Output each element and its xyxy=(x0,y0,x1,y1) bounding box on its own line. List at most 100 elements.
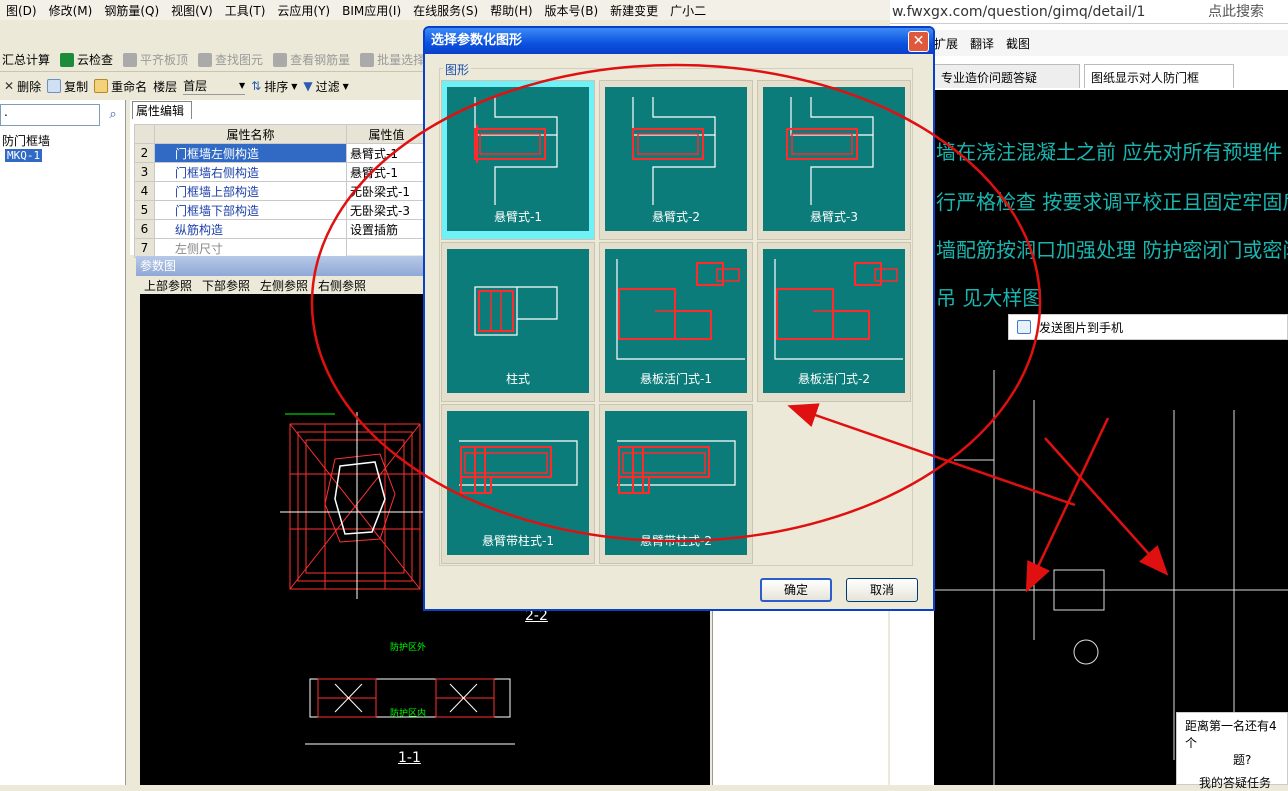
shape-label: 悬板活门式-2 xyxy=(798,372,870,386)
reference-nav-0[interactable]: 上部参照 xyxy=(144,277,192,294)
reference-nav-3[interactable]: 右侧参照 xyxy=(318,277,366,294)
shape-preview: 柱式 xyxy=(447,249,589,393)
shape-option[interactable]: 悬臂带柱式-2 xyxy=(599,404,753,564)
extensions-button[interactable]: 扩展 xyxy=(934,35,958,52)
close-button[interactable]: ✕ xyxy=(908,31,929,52)
rename-button[interactable]: 重命名 xyxy=(94,78,147,95)
table-row[interactable]: 5 门框墙下部构造 无卧梁式-3 xyxy=(134,200,427,220)
zone-outer-label: 防护区外 xyxy=(390,643,427,653)
shape-option[interactable]: 悬板活门式-2 xyxy=(757,242,911,402)
send-to-phone-bar[interactable]: 发送图片到手机 xyxy=(1008,314,1288,340)
copy-button[interactable]: 复制 xyxy=(47,78,88,95)
shape-preview: 悬臂带柱式-1 xyxy=(447,411,589,555)
property-table: 属性名称 属性值 2 门框墙左侧构造 悬臂式-1 3 门框墙右侧构造 悬臂式-1 4 门框墙上… xyxy=(134,124,427,258)
component-tree: 防门框墙 MKQ-1 xyxy=(0,100,126,785)
screenshot-button[interactable]: 截图 xyxy=(1006,35,1030,52)
shape-thumbnail xyxy=(617,440,736,494)
tab-question-answer[interactable]: 专业造价问题答疑 xyxy=(934,64,1080,88)
menu-item-1[interactable]: 修改(M) xyxy=(43,2,99,19)
table-row[interactable]: 3 门框墙右侧构造 悬臂式-1 xyxy=(134,162,427,182)
menu-item-6[interactable]: BIM应用(I) xyxy=(336,2,407,19)
browser-toolbar: 扩展 翻译 截图 xyxy=(890,30,1288,56)
tree-node-mkq1[interactable]: MKQ-1 xyxy=(5,149,43,162)
menu-item-0[interactable]: 图(D) xyxy=(0,2,43,19)
shape-option[interactable]: 悬臂式-1 xyxy=(441,80,595,240)
table-header-value: 属性值 xyxy=(346,124,427,144)
floor-select[interactable]: 首层 ▼ xyxy=(183,77,246,95)
ok-button[interactable]: 确定 xyxy=(760,578,832,602)
search-input[interactable]: . xyxy=(0,104,100,126)
browser-content-drawing: 墙在浇注混凝土之前 应先对所有预埋件（角钢门 行严格检查 按要求调平校正且固定牢… xyxy=(934,90,1288,785)
toolbar-button-1[interactable]: 云检查 xyxy=(60,51,113,68)
shape-preview: 悬臂带柱式-2 xyxy=(605,411,747,555)
tab-property-edit[interactable]: 属性编辑 xyxy=(132,101,192,119)
tree-node-door-frame-wall[interactable]: 防门框墙 xyxy=(2,132,50,149)
cad-note-line-1: 墙在浇注混凝土之前 应先对所有预埋件（角钢门 xyxy=(936,140,1288,164)
shape-thumbnail xyxy=(459,440,578,494)
search-icon[interactable]: ⌕ xyxy=(104,106,122,124)
cad-note-line-3: 墙配筋按洞口加强处理 防护密闭门或密闭门 Φ2 xyxy=(936,238,1288,262)
shape-preview: 悬板活门式-1 xyxy=(605,249,747,393)
filter-button[interactable]: ▼ 过滤 ▼ xyxy=(303,78,348,95)
shape-thumbnail xyxy=(632,97,716,205)
reference-nav-1[interactable]: 下部参照 xyxy=(202,277,250,294)
phone-icon xyxy=(1017,320,1031,334)
reference-nav-2[interactable]: 左侧参照 xyxy=(260,277,308,294)
task-notice: 距离第一名还有4个 题? 我的答疑任务 xyxy=(1176,712,1288,790)
toolbar-button-2[interactable]: 平齐板顶 xyxy=(123,51,188,68)
menu-item-7[interactable]: 在线服务(S) xyxy=(407,2,484,19)
table-row[interactable]: 2 门框墙左侧构造 悬臂式-1 xyxy=(134,143,427,163)
shape-thumbnail xyxy=(474,97,558,205)
menu-bar: 图(D) 修改(M) 钢筋量(Q) 视图(V) 工具(T) 云应用(Y) BIM应用(I) 在… xyxy=(0,0,890,20)
shape-label: 悬臂带柱式-2 xyxy=(640,534,712,548)
shape-option[interactable]: 悬臂带柱式-1 xyxy=(441,404,595,564)
sort-button[interactable]: ⇅ 排序 ▼ xyxy=(251,78,297,95)
shape-option[interactable]: 柱式 xyxy=(441,242,595,402)
menu-item-9[interactable]: 版本号(B) xyxy=(539,2,605,19)
toolbar-button-3[interactable]: 查找图元 xyxy=(198,51,263,68)
shape-option[interactable]: 悬臂式-3 xyxy=(757,80,911,240)
menu-item-4[interactable]: 工具(T) xyxy=(219,2,272,19)
floor-label: 楼层 xyxy=(153,79,178,94)
table-row[interactable]: 4 门框墙上部构造 无卧梁式-1 xyxy=(134,181,427,201)
delete-button[interactable]: ✕ 删除 xyxy=(4,78,41,95)
menu-item-2[interactable]: 钢筋量(Q) xyxy=(98,2,165,19)
translate-button[interactable]: 翻译 xyxy=(970,35,994,52)
param-shape-dialog: 选择参数化图形 ✕ 图形 悬臂式-1 悬臂式-2 悬臂式-3 柱式 悬板活门式-1 悬板活… xyxy=(423,26,935,611)
cad-note-line-2: 行严格检查 按要求调平校正且固定牢固后 方可浇 xyxy=(936,190,1288,214)
cad-note-line-4: 吊 见大样图 xyxy=(936,286,1043,310)
table-row[interactable]: 7 左侧尺寸 xyxy=(134,238,427,258)
shape-preview: 悬板活门式-2 xyxy=(763,249,905,393)
menu-item-11[interactable]: 广小二 xyxy=(664,2,712,19)
my-tasks-link[interactable]: 我的答疑任务 xyxy=(1177,768,1287,791)
copy-icon xyxy=(47,79,62,93)
chevron-down-icon: ▼ xyxy=(238,81,246,90)
toolbar-button-4[interactable]: 查看钢筋量 xyxy=(273,51,350,68)
shape-label: 悬臂式-1 xyxy=(494,210,542,224)
shape-option[interactable]: 悬板活门式-1 xyxy=(599,242,753,402)
cancel-button[interactable]: 取消 xyxy=(846,578,918,602)
zone-inner-label: 防护区内 xyxy=(390,709,427,719)
menu-item-10[interactable]: 新建变更 xyxy=(604,2,664,19)
toolbar-button-0[interactable]: 汇总计算 xyxy=(2,51,50,68)
shape-option[interactable]: 悬臂式-2 xyxy=(599,80,753,240)
address-bar[interactable]: w.fwxgx.com/question/gimq/detail/1 点此搜索 xyxy=(890,0,1288,24)
filter-icon: ▼ xyxy=(303,79,313,93)
shape-thumbnail xyxy=(474,286,558,336)
shape-label: 悬臂式-3 xyxy=(810,210,858,224)
menu-item-5[interactable]: 云应用(Y) xyxy=(271,2,336,19)
chevron-down-icon: ▼ xyxy=(291,81,298,91)
table-row[interactable]: 6 纵筋构造 设置插筋 xyxy=(134,219,427,239)
browser-tabs: 专业造价问题答疑 图纸显示对人防门框 xyxy=(934,62,1288,88)
shape-grid: 悬臂式-1 悬臂式-2 悬臂式-3 柱式 悬板活门式-1 悬板活门式-2 悬臂带柱式-1 悬臂… xyxy=(441,80,911,566)
menu-item-8[interactable]: 帮助(H) xyxy=(484,2,538,19)
shape-preview: 悬臂式-3 xyxy=(763,87,905,231)
menu-item-3[interactable]: 视图(V) xyxy=(165,2,219,19)
close-icon: ✕ xyxy=(912,33,925,49)
shape-label: 悬臂带柱式-1 xyxy=(482,534,554,548)
toolbar-button-5[interactable]: 批量选择 xyxy=(360,51,425,68)
tab-drawing-display[interactable]: 图纸显示对人防门框 xyxy=(1084,64,1234,88)
rename-icon xyxy=(94,79,109,93)
tool-icon xyxy=(198,52,213,67)
delete-icon: ✕ xyxy=(4,79,15,93)
